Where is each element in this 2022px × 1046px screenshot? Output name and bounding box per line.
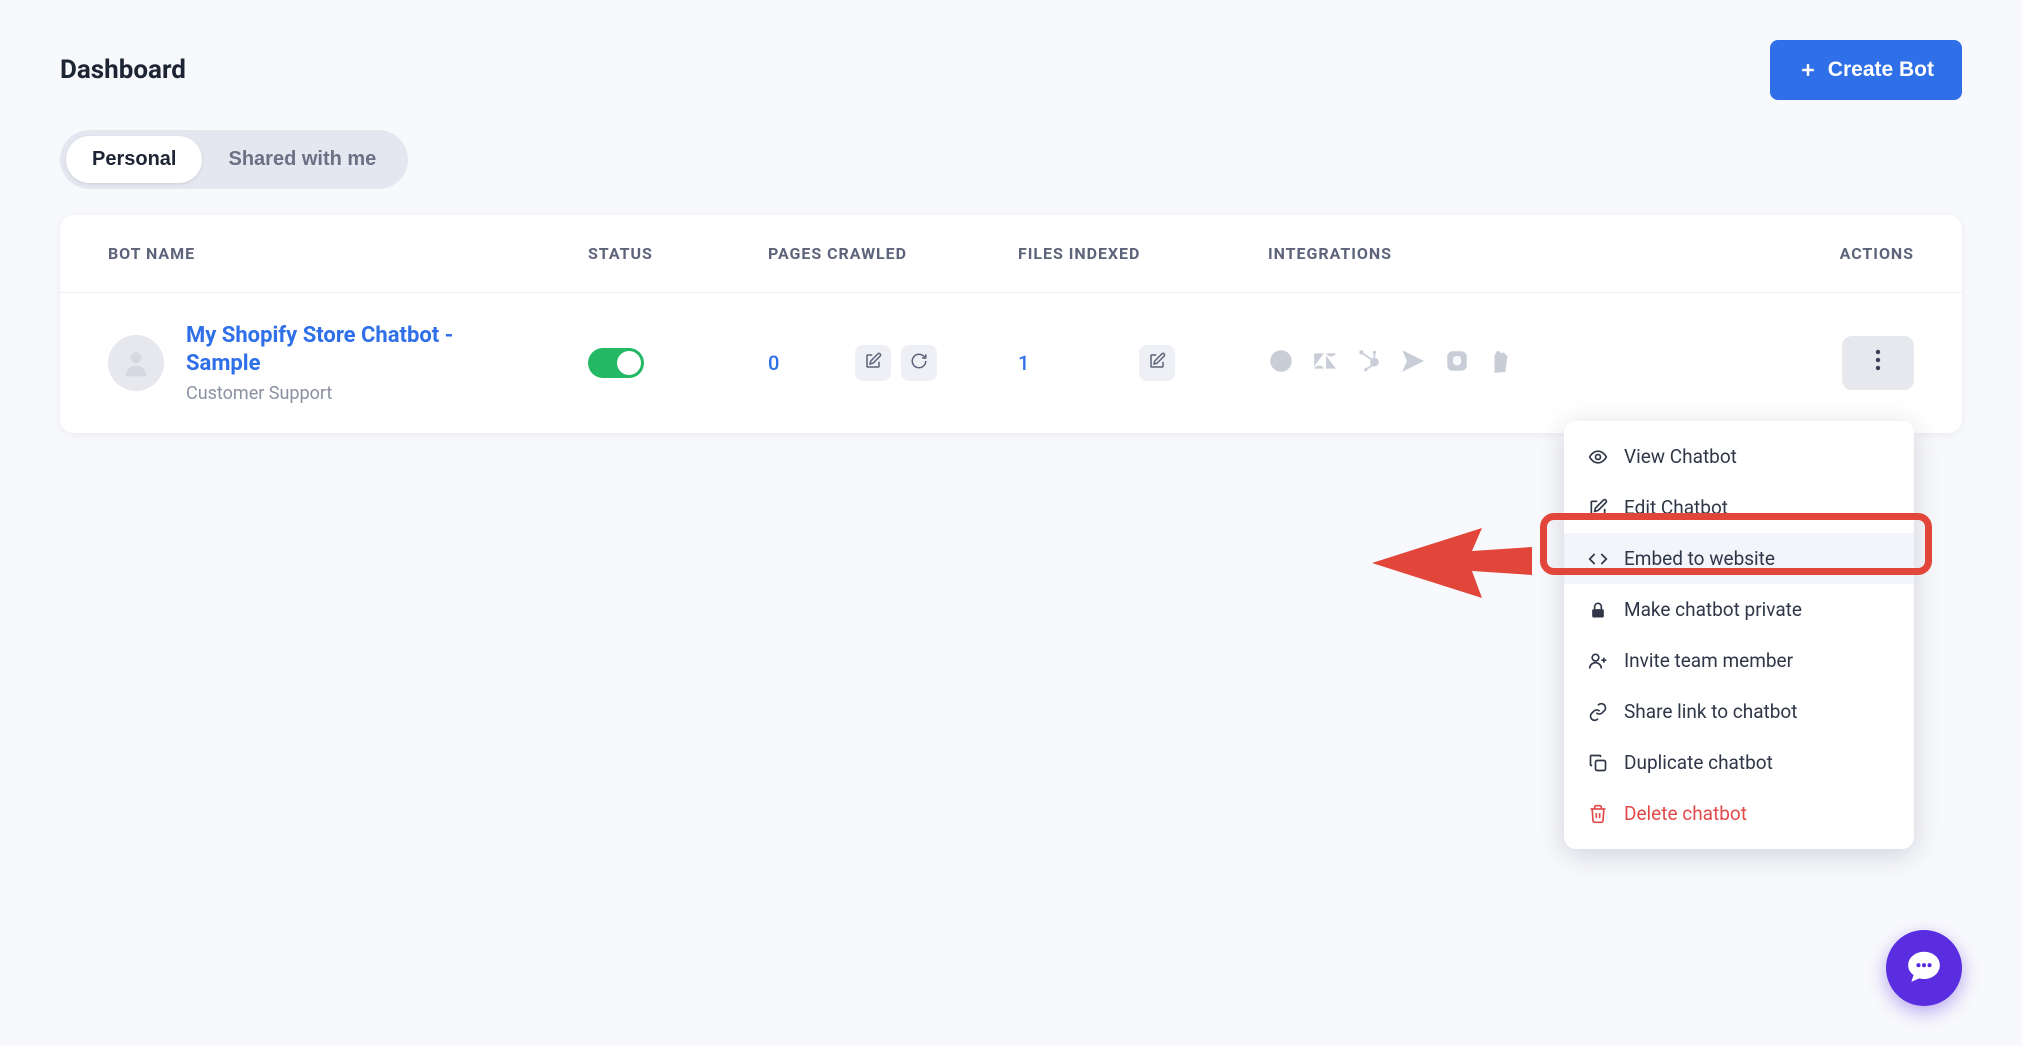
eye-icon bbox=[1588, 447, 1608, 467]
menu-view-chatbot[interactable]: View Chatbot bbox=[1564, 431, 1914, 482]
th-bot-name: BOT NAME bbox=[108, 244, 588, 263]
annotation-arrow bbox=[1372, 523, 1532, 607]
more-vertical-icon bbox=[1875, 348, 1881, 378]
plus-icon bbox=[1798, 60, 1818, 80]
chat-fab[interactable] bbox=[1886, 930, 1962, 1006]
menu-label: Embed to website bbox=[1624, 547, 1775, 570]
menu-duplicate[interactable]: Duplicate chatbot bbox=[1564, 737, 1914, 788]
refresh-pages-button[interactable] bbox=[901, 345, 937, 381]
trash-icon bbox=[1588, 804, 1608, 824]
create-bot-button[interactable]: Create Bot bbox=[1770, 40, 1962, 100]
pencil-square-icon bbox=[1148, 352, 1166, 374]
actions-dropdown: View Chatbot Edit Chatbot Embed to websi… bbox=[1564, 421, 1914, 849]
hubspot-icon[interactable] bbox=[1356, 348, 1382, 378]
menu-label: Delete chatbot bbox=[1624, 802, 1747, 825]
th-actions: ACTIONS bbox=[1618, 244, 1914, 263]
row-actions-button[interactable] bbox=[1842, 336, 1914, 390]
status-toggle[interactable] bbox=[588, 348, 644, 378]
code-icon bbox=[1588, 549, 1608, 569]
page-title: Dashboard bbox=[60, 55, 186, 85]
pencil-square-icon bbox=[864, 352, 882, 374]
menu-label: Invite team member bbox=[1624, 649, 1793, 672]
menu-share-link[interactable]: Share link to chatbot bbox=[1564, 686, 1914, 737]
integrations-cell bbox=[1268, 348, 1618, 378]
bot-list-card: BOT NAME STATUS PAGES CRAWLED FILES INDE… bbox=[60, 215, 1962, 433]
send-icon[interactable] bbox=[1400, 348, 1426, 378]
th-integrations: INTEGRATIONS bbox=[1268, 244, 1618, 263]
edit-files-button[interactable] bbox=[1139, 345, 1175, 381]
create-bot-label: Create Bot bbox=[1828, 58, 1934, 82]
table-row: My Shopify Store Chatbot - Sample Custom… bbox=[60, 293, 1962, 433]
avatar bbox=[108, 335, 164, 391]
zendesk-icon[interactable] bbox=[1312, 348, 1338, 378]
menu-delete[interactable]: Delete chatbot bbox=[1564, 788, 1914, 839]
menu-label: View Chatbot bbox=[1624, 445, 1737, 468]
lock-icon bbox=[1588, 600, 1608, 620]
menu-invite-team[interactable]: Invite team member bbox=[1564, 635, 1914, 686]
table-header: BOT NAME STATUS PAGES CRAWLED FILES INDE… bbox=[60, 215, 1962, 293]
th-files: FILES INDEXED bbox=[1018, 244, 1268, 263]
link-icon bbox=[1588, 702, 1608, 722]
user-plus-icon bbox=[1588, 651, 1608, 671]
refresh-icon bbox=[910, 352, 928, 374]
chat-bubble-icon bbox=[1905, 947, 1943, 989]
menu-make-private[interactable]: Make chatbot private bbox=[1564, 584, 1914, 635]
pages-crawled-link[interactable]: 0 bbox=[768, 351, 779, 375]
th-pages: PAGES CRAWLED bbox=[768, 244, 1018, 263]
menu-label: Share link to chatbot bbox=[1624, 700, 1797, 723]
tabs: Personal Shared with me bbox=[60, 130, 408, 189]
tab-shared[interactable]: Shared with me bbox=[202, 136, 402, 183]
menu-label: Duplicate chatbot bbox=[1624, 751, 1773, 774]
github-icon[interactable] bbox=[1444, 348, 1470, 378]
menu-edit-chatbot[interactable]: Edit Chatbot bbox=[1564, 482, 1914, 533]
tab-personal[interactable]: Personal bbox=[66, 136, 202, 183]
bot-name-link[interactable]: My Shopify Store Chatbot - Sample bbox=[186, 322, 516, 377]
copy-icon bbox=[1588, 753, 1608, 773]
menu-label: Make chatbot private bbox=[1624, 598, 1802, 621]
bot-subtitle: Customer Support bbox=[186, 383, 516, 404]
edit-pages-button[interactable] bbox=[855, 345, 891, 381]
files-indexed-link[interactable]: 1 bbox=[1018, 351, 1029, 375]
pencil-square-icon bbox=[1588, 498, 1608, 518]
th-status: STATUS bbox=[588, 244, 768, 263]
menu-embed-to-website[interactable]: Embed to website bbox=[1564, 533, 1914, 584]
menu-label: Edit Chatbot bbox=[1624, 496, 1728, 519]
whatsapp-icon[interactable] bbox=[1268, 348, 1294, 378]
shopify-icon[interactable] bbox=[1488, 348, 1514, 378]
